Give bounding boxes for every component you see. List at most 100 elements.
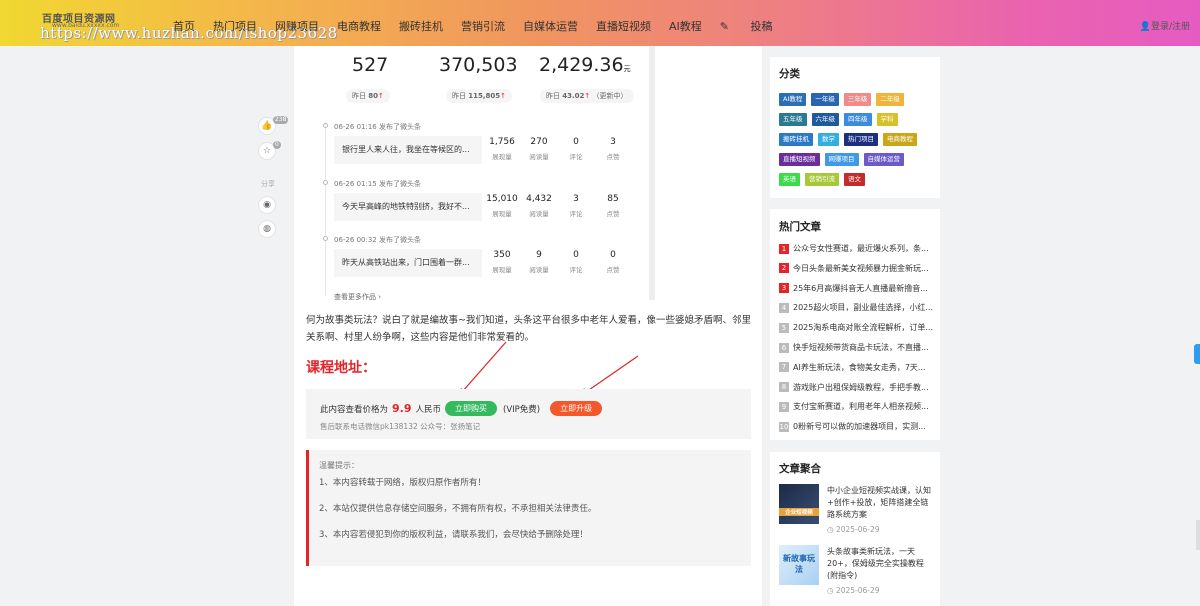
- rank-badge: 8: [779, 382, 789, 393]
- hot-article-item[interactable]: 6 快手短视频带货商品卡玩法，不直播...: [779, 342, 934, 353]
- annotation-arrows: [457, 341, 639, 398]
- category-tag[interactable]: 营销引流: [805, 173, 839, 186]
- hot-article-item[interactable]: 5 2025淘系电商对账全流程解析，订单...: [779, 322, 934, 333]
- nav-submit-label: 投稿: [750, 20, 773, 33]
- tag-cloud: AI教程 一年级 三年级 二年级五年级 六年级 四年级 学科搬砖挂机 数学 热门项目 电商教程直播…: [779, 93, 934, 193]
- category-tag[interactable]: 电商教程: [883, 133, 917, 146]
- aggregation-title: 文章聚合: [779, 463, 821, 475]
- category-tag[interactable]: 网赚项目: [824, 153, 859, 166]
- category-tag[interactable]: 语文: [844, 173, 865, 186]
- hot-article-title: 快手短视频带货商品卡玩法，不直播...: [793, 343, 929, 352]
- side-float-tab[interactable]: [1194, 344, 1200, 364]
- nav-item-wangzhuan[interactable]: 网赚项目: [275, 18, 319, 34]
- hot-article-title: 2025淘系电商对账全流程解析，订单...: [793, 323, 933, 333]
- category-tag[interactable]: 直播短视频: [779, 153, 820, 166]
- rank-badge: 10: [779, 421, 789, 432]
- share-label: 分享: [261, 180, 275, 188]
- aggregation-item-date: ◷ 2025-06-29: [827, 586, 880, 595]
- notice-title: 温馨提示：: [319, 461, 359, 470]
- hot-article-item[interactable]: 7 AI养生新玩法，食物美女走秀，7天...: [779, 362, 934, 373]
- nav-item-submit[interactable]: ✎ 投稿: [720, 18, 791, 34]
- category-tag[interactable]: 学科: [876, 113, 898, 126]
- thumbs-up-icon: 👍: [261, 121, 273, 131]
- price-unit: 人民币: [415, 404, 442, 415]
- category-tag[interactable]: 数学: [818, 133, 839, 146]
- hot-article-title: 公众号女性赛道，最近爆火系列，条...: [793, 244, 929, 253]
- hot-article-item[interactable]: 2 今日头条最新美女视频暴力掘金新玩...: [779, 263, 934, 274]
- hot-article-item[interactable]: 4 2025超火项目，副业最佳选择，小红...: [779, 302, 934, 313]
- aggregation-item-title[interactable]: 中小企业短视频实战课，认知+创作+投放，矩阵搭建全链路系统方案: [827, 485, 933, 521]
- hot-article-item[interactable]: 1 公众号女性赛道，最近爆火系列，条...: [779, 243, 934, 254]
- clock-icon: ◷: [827, 586, 836, 595]
- nav-item-banzhuan[interactable]: 搬砖挂机: [399, 18, 443, 34]
- hot-article-item[interactable]: 9 支付宝新赛道，利用老年人相亲视频...: [779, 401, 934, 412]
- rank-badge: 6: [779, 342, 789, 353]
- category-tag[interactable]: 六年级: [811, 113, 839, 126]
- like-count-badge: 238: [273, 116, 289, 124]
- hot-articles-title: 热门文章: [779, 221, 821, 233]
- header-bar: 百度项目资源网 www.baidu.xxxxx.com https://www.…: [0, 0, 1200, 46]
- hot-article-item[interactable]: 10 0粉新号可以做的加速器项目，实测...: [779, 421, 934, 432]
- nav-item-hot[interactable]: 热门项目: [213, 18, 257, 34]
- hot-article-title: 25年6月高爆抖音无人直播最新撸音...: [793, 283, 928, 293]
- nav-item-live[interactable]: 直播短视频: [596, 18, 651, 34]
- clock-icon: ◷: [827, 525, 836, 534]
- weibo-icon: ◉: [263, 200, 271, 210]
- aggregation-item-title[interactable]: 头条故事类新玩法，一天20+，保姆级完全实操教程(附指令): [827, 546, 933, 582]
- category-tag[interactable]: 英语: [779, 173, 800, 186]
- scrollbar-thumb[interactable]: [1196, 520, 1200, 550]
- nav-item-marketing[interactable]: 营销引流: [461, 18, 505, 34]
- rank-badge: 4: [779, 302, 789, 313]
- star-icon: ☆: [262, 146, 272, 156]
- nav-item-ecommerce[interactable]: 电商教程: [337, 18, 381, 34]
- hot-article-item[interactable]: 3 25年6月高爆抖音无人直播最新撸音...: [779, 283, 934, 294]
- vip-free-note: (VIP免费): [503, 404, 541, 415]
- notice-box: 温馨提示： 1、本内容转载于网络，版权归原作者所有！ 2、本站仅提供信息存储空间…: [306, 450, 751, 566]
- rank-badge: 5: [779, 322, 789, 333]
- hot-article-title: 今日头条最新美女视频暴力掘金新玩...: [793, 263, 929, 273]
- category-tag[interactable]: 搬砖挂机: [779, 133, 813, 146]
- share-wechat-button[interactable]: ◍: [258, 220, 276, 238]
- purchase-box: 此内容查看价格为 9.9 人民币 立即购买 (VIP免费) 立即升级 售后联系电…: [306, 389, 751, 439]
- price-value: 9.9: [392, 402, 412, 415]
- price-prefix: 此内容查看价格为: [320, 404, 389, 415]
- category-tag[interactable]: 自媒体运营: [863, 153, 904, 166]
- date-text: 2025-06-29: [835, 586, 880, 595]
- article-thumbnail[interactable]: 新故事玩法: [779, 545, 819, 585]
- share-weibo-button[interactable]: ◉: [258, 196, 276, 214]
- nav-item-home[interactable]: 首页: [173, 18, 195, 34]
- category-tag[interactable]: 热门项目: [844, 133, 878, 146]
- login-link[interactable]: 👤登录/注册: [1140, 19, 1190, 32]
- category-tag[interactable]: 一年级: [811, 93, 839, 106]
- rank-badge: 1: [779, 243, 789, 254]
- after-sales-contact: 售后联系电话微信pk138132 公众号：张扬笔记: [320, 422, 481, 431]
- rank-badge: 9: [779, 401, 789, 412]
- hot-article-title: 支付宝新赛道，利用老年人相亲视频...: [793, 402, 929, 412]
- category-tag[interactable]: 二年级: [876, 93, 904, 106]
- hot-article-title: 游戏账户出租保姆级教程，手把手教...: [793, 382, 929, 392]
- edit-icon: ✎: [719, 20, 733, 33]
- category-tag[interactable]: 四年级: [844, 113, 872, 126]
- category-tag[interactable]: AI教程: [779, 93, 807, 106]
- user-icon: 👤: [1139, 22, 1151, 32]
- categories-card: 分类 AI教程 一年级 三年级 二年级五年级 六年级 四年级 学科搬砖挂机 数学 热门项目 电商教…: [770, 57, 940, 198]
- thumbnail-text: 新故事玩法: [783, 554, 815, 574]
- nav-item-ai[interactable]: AI教程: [669, 18, 702, 34]
- hot-article-title: 0粉新号可以做的加速器项目，实测...: [793, 422, 926, 432]
- category-tag[interactable]: 五年级: [779, 113, 807, 126]
- rank-badge: 3: [779, 283, 789, 294]
- upgrade-button[interactable]: 立即升级: [550, 401, 603, 416]
- categories-title: 分类: [779, 68, 800, 80]
- nav-item-media[interactable]: 自媒体运营: [523, 18, 578, 34]
- hot-article-title: AI养生新玩法，食物美女走秀，7天...: [793, 362, 926, 372]
- article-thumbnail[interactable]: 企业短视频: [779, 484, 819, 524]
- hot-article-item[interactable]: 8 游戏账户出租保姆级教程，手把手教...: [779, 382, 934, 393]
- rank-badge: 7: [779, 362, 789, 373]
- category-tag[interactable]: 三年级: [843, 93, 872, 106]
- aggregation-item-date: ◷ 2025-06-29: [827, 525, 880, 534]
- buy-now-button[interactable]: 立即购买: [445, 401, 498, 416]
- thumbnail-text: 企业短视频: [779, 508, 819, 516]
- hot-articles-card: 热门文章 1 公众号女性赛道，最近爆火系列，条... 2 今日头条最新美女视频暴力掘金…: [770, 209, 940, 440]
- fav-count-badge: 0: [273, 141, 281, 149]
- hot-article-title: 2025超火项目，副业最佳选择，小红...: [793, 303, 933, 313]
